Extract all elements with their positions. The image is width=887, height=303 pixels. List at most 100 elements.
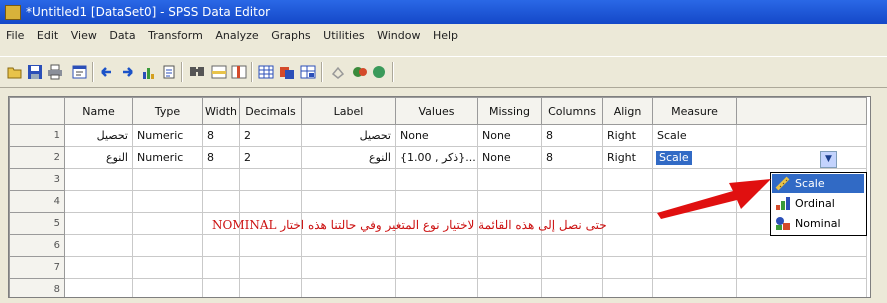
cell-empty[interactable] xyxy=(239,278,302,297)
undo-icon[interactable] xyxy=(99,64,115,80)
row-number[interactable]: 4 xyxy=(9,190,65,213)
cell-empty[interactable] xyxy=(301,234,396,257)
cell-empty[interactable] xyxy=(395,190,478,213)
cell-empty[interactable] xyxy=(301,278,396,297)
cell-align[interactable]: Right xyxy=(602,124,653,147)
cell-empty[interactable] xyxy=(239,256,302,279)
cell-empty[interactable] xyxy=(202,278,240,297)
cell-empty[interactable] xyxy=(541,190,603,213)
col-header-width[interactable]: Width xyxy=(202,97,240,125)
menu-data[interactable]: Data xyxy=(109,29,135,42)
cell-empty[interactable] xyxy=(477,278,542,297)
row-number[interactable]: 7 xyxy=(9,256,65,279)
cell-empty[interactable] xyxy=(652,278,737,297)
corner-cell[interactable] xyxy=(9,97,65,125)
open-icon[interactable] xyxy=(7,64,23,80)
col-header-type[interactable]: Type xyxy=(132,97,203,125)
cell-empty[interactable] xyxy=(602,190,653,213)
cell-measure[interactable]: Scale xyxy=(652,124,737,147)
row-number[interactable]: 1 xyxy=(9,124,65,147)
cell-decimals[interactable]: 2 xyxy=(239,124,302,147)
col-header-label[interactable]: Label xyxy=(301,97,396,125)
cell-empty[interactable] xyxy=(132,234,203,257)
cell-empty[interactable] xyxy=(64,278,133,297)
measure-dropdown-button[interactable]: ▼ xyxy=(820,151,837,168)
menu-utilities[interactable]: Utilities xyxy=(323,29,364,42)
cell-empty[interactable] xyxy=(202,190,240,213)
cell-label[interactable]: النوع xyxy=(301,146,396,169)
cell-empty[interactable] xyxy=(64,212,133,235)
col-header-missing[interactable]: Missing xyxy=(477,97,542,125)
menu-analyze[interactable]: Analyze xyxy=(215,29,258,42)
cell-empty[interactable] xyxy=(239,190,302,213)
select-cases-icon[interactable] xyxy=(300,64,316,80)
row-number[interactable]: 6 xyxy=(9,234,65,257)
cell-empty[interactable] xyxy=(652,256,737,279)
cell-columns[interactable]: 8 xyxy=(541,146,603,169)
cell-empty[interactable] xyxy=(301,190,396,213)
cell-measure-active[interactable]: Scale xyxy=(652,146,737,169)
row-number[interactable]: 8 xyxy=(9,278,65,297)
cell-empty[interactable] xyxy=(541,168,603,191)
cell-empty[interactable] xyxy=(477,168,542,191)
cell-empty[interactable] xyxy=(736,234,867,257)
cell-empty[interactable] xyxy=(239,234,302,257)
cell-empty[interactable] xyxy=(602,278,653,297)
cell-empty[interactable] xyxy=(395,234,478,257)
cell-empty[interactable] xyxy=(736,256,867,279)
cell-empty[interactable] xyxy=(64,256,133,279)
col-header-decimals[interactable]: Decimals xyxy=(239,97,302,125)
cell-empty[interactable] xyxy=(301,168,396,191)
goto-chart-icon[interactable] xyxy=(141,64,157,80)
cell-width[interactable]: 8 xyxy=(202,124,240,147)
menu-transform[interactable]: Transform xyxy=(148,29,203,42)
cell-values[interactable]: {1.00 , ذكر}... xyxy=(395,146,478,169)
value-labels-icon[interactable] xyxy=(330,64,346,80)
menu-view[interactable]: View xyxy=(71,29,97,42)
redo-icon[interactable] xyxy=(119,64,135,80)
col-header-name[interactable]: Name xyxy=(64,97,133,125)
cell-empty[interactable] xyxy=(395,168,478,191)
menu-edit[interactable]: Edit xyxy=(37,29,58,42)
col-header-measure[interactable]: Measure xyxy=(652,97,737,125)
cell-empty[interactable] xyxy=(602,234,653,257)
menu-help[interactable]: Help xyxy=(433,29,458,42)
cell-empty[interactable] xyxy=(132,278,203,297)
cell-empty[interactable] xyxy=(602,256,653,279)
menu-file[interactable]: File xyxy=(6,29,24,42)
row-number[interactable]: 2 xyxy=(9,146,65,169)
weight-cases-icon[interactable] xyxy=(279,64,295,80)
cell-empty[interactable] xyxy=(202,234,240,257)
cell-empty[interactable] xyxy=(64,234,133,257)
menu-window[interactable]: Window xyxy=(377,29,420,42)
show-all-icon[interactable] xyxy=(371,64,387,80)
cell-empty[interactable] xyxy=(541,256,603,279)
cell-empty[interactable] xyxy=(736,146,867,169)
find-icon[interactable] xyxy=(189,64,205,80)
cell-empty[interactable] xyxy=(395,278,478,297)
col-header-empty[interactable] xyxy=(736,97,867,125)
row-number[interactable]: 3 xyxy=(9,168,65,191)
cell-empty[interactable] xyxy=(132,212,203,235)
measure-option-nominal[interactable]: Nominal xyxy=(772,214,864,233)
cell-empty[interactable] xyxy=(541,278,603,297)
cell-empty[interactable] xyxy=(202,256,240,279)
cell-label[interactable]: تحصيل xyxy=(301,124,396,147)
measure-selected-value[interactable]: Scale xyxy=(656,150,692,165)
cell-name[interactable]: النوع xyxy=(64,146,133,169)
cell-empty[interactable] xyxy=(132,190,203,213)
cell-values[interactable]: None xyxy=(395,124,478,147)
dialog-recall-icon[interactable] xyxy=(72,64,88,80)
cell-width[interactable]: 8 xyxy=(202,146,240,169)
split-file-icon[interactable] xyxy=(258,64,274,80)
cell-empty[interactable] xyxy=(132,256,203,279)
col-header-align[interactable]: Align xyxy=(602,97,653,125)
cell-empty[interactable] xyxy=(132,168,203,191)
col-header-columns[interactable]: Columns xyxy=(541,97,603,125)
cell-empty[interactable] xyxy=(736,278,867,297)
col-header-values[interactable]: Values xyxy=(395,97,478,125)
cell-decimals[interactable]: 2 xyxy=(239,146,302,169)
cell-empty[interactable] xyxy=(477,190,542,213)
cell-empty[interactable] xyxy=(239,168,302,191)
cell-type[interactable]: Numeric xyxy=(132,146,203,169)
